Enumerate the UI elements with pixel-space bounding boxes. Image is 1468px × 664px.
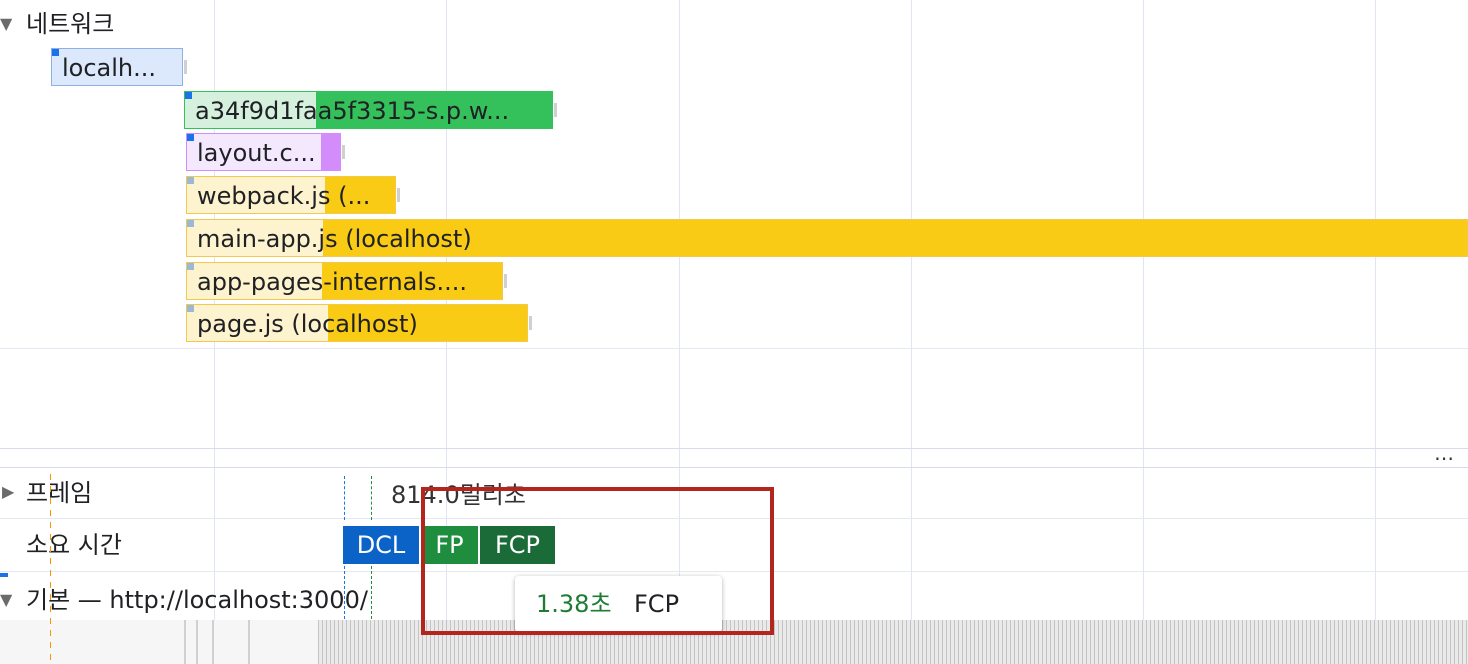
collapse-triangle-icon[interactable]: ▼	[0, 14, 12, 34]
main-thread-task	[212, 620, 214, 664]
request-tail	[397, 188, 400, 202]
more-options-button[interactable]: ⋯	[1434, 446, 1454, 470]
request-priority-marker	[187, 220, 194, 227]
main-thread-task	[184, 620, 186, 664]
highlight-box	[421, 487, 774, 635]
request-label: layout.c...	[197, 139, 316, 167]
request-priority-marker	[187, 263, 194, 270]
request-tail	[504, 274, 507, 288]
expand-triangle-icon[interactable]: ▶	[2, 482, 14, 502]
frames-track-title[interactable]: 프레임	[26, 479, 92, 507]
request-priority-marker	[185, 92, 192, 99]
network-request-bar[interactable]: page.js (localhost)	[186, 304, 528, 342]
section-divider	[0, 467, 1468, 468]
marker-line	[344, 476, 345, 520]
network-request-bar[interactable]: localh...	[51, 48, 183, 86]
marker-line	[371, 476, 372, 520]
request-label: localh...	[62, 54, 157, 82]
main-thread-task	[248, 620, 250, 664]
request-priority-marker	[187, 305, 194, 312]
request-tail	[342, 145, 345, 159]
navigation-marker-line	[50, 474, 51, 664]
network-request-bar[interactable]: main-app.js (localhost)	[186, 219, 1468, 257]
network-request-bar[interactable]: app-pages-internals....	[186, 262, 503, 300]
request-priority-marker	[52, 49, 59, 56]
row-divider	[0, 348, 1468, 349]
request-download-segment	[323, 220, 1467, 256]
main-thread-track-title[interactable]: 기본 — http://localhost:3000/	[26, 586, 368, 614]
request-priority-marker	[187, 177, 194, 184]
network-request-bar[interactable]: webpack.js (...	[186, 176, 396, 214]
request-label: a34f9d1faa5f3315-s.p.w...	[195, 97, 510, 125]
section-divider	[0, 448, 1468, 449]
request-label: main-app.js (localhost)	[197, 225, 472, 253]
request-label: page.js (localhost)	[197, 310, 418, 338]
timing-marker-dcl[interactable]: DCL	[343, 526, 419, 564]
network-request-bar[interactable]: layout.c...	[186, 133, 341, 171]
request-tail	[554, 103, 557, 117]
grid-line	[1143, 0, 1144, 620]
request-label: webpack.js (...	[197, 182, 371, 210]
request-label: app-pages-internals....	[197, 268, 468, 296]
grid-line	[1375, 0, 1376, 620]
network-request-bar[interactable]: a34f9d1faa5f3315-s.p.w...	[184, 91, 553, 129]
grid-line	[911, 0, 912, 620]
request-tail	[529, 316, 532, 330]
main-thread-task	[196, 620, 198, 664]
request-tail	[184, 60, 187, 74]
network-track-title[interactable]: 네트워크	[26, 10, 114, 38]
timings-track-title[interactable]: 소요 시간	[26, 531, 122, 559]
request-priority-marker	[187, 134, 194, 141]
selection-indicator	[0, 573, 8, 577]
request-download-segment	[321, 134, 340, 170]
collapse-triangle-icon[interactable]: ▼	[0, 590, 12, 610]
